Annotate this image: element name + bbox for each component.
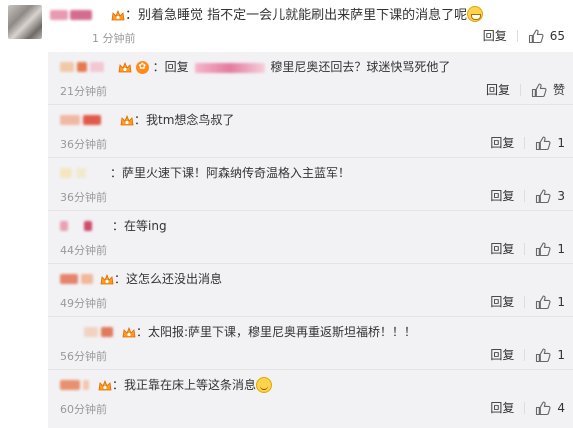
avatar[interactable] xyxy=(8,5,42,39)
reply-time: 21分钟前 xyxy=(60,85,107,98)
reply-item: ：萨里火速下课！阿森纳传奇温格入主蓝军！ 36分钟前 回复 3 xyxy=(48,158,573,211)
like-count: 1 xyxy=(557,135,565,150)
comment-actions: 回复 65 xyxy=(483,27,565,44)
username-masked[interactable] xyxy=(60,112,101,126)
reply-time: 36分钟前 xyxy=(60,191,107,204)
like-count: 65 xyxy=(549,28,565,43)
like-icon[interactable] xyxy=(535,135,551,151)
reply-time: 49分钟前 xyxy=(60,297,107,310)
reply-item: ：在等ing 44分钟前 回复 1 xyxy=(48,211,573,264)
reply-time: 36分钟前 xyxy=(60,138,107,151)
divider xyxy=(524,242,526,255)
divider xyxy=(524,136,526,149)
grinning-face-icon xyxy=(467,6,484,22)
reply-text: ：太阳报:萨里下课，穆里尼奥再重返斯坦福桥！！！ xyxy=(122,323,416,340)
like-count: 4 xyxy=(557,400,565,415)
reply-text: ：在等ing xyxy=(112,219,167,233)
reply-button[interactable]: 回复 xyxy=(490,240,514,257)
crown-badge-icon xyxy=(98,380,112,392)
like-icon[interactable] xyxy=(535,294,551,310)
reply-text: ✿ ：回复 穆里尼奥还回去？球迷快骂死他了 xyxy=(118,58,450,75)
replies-panel: ✿ ：回复 穆里尼奥还回去？球迷快骂死他了 21分钟前 回复 赞 ：我tm想念鸟叔… xyxy=(48,52,573,428)
reply-actions: 回复 1 xyxy=(490,240,565,257)
reply-button[interactable]: 回复 xyxy=(486,81,510,98)
username-masked[interactable] xyxy=(60,218,92,232)
reply-item: ：我正靠在床上等这条消息 60分钟前 回复 4 xyxy=(48,370,573,423)
reply-actions: 回复 4 xyxy=(490,399,565,416)
like-icon[interactable] xyxy=(535,241,551,257)
like-label[interactable]: 赞 xyxy=(553,81,565,98)
username-masked[interactable] xyxy=(60,377,89,391)
reply-text: ：我正靠在床上等这条消息 xyxy=(98,376,273,393)
like-icon[interactable] xyxy=(535,347,551,363)
reply-item: ：这怎么还没出消息 49分钟前 回复 1 xyxy=(48,264,573,317)
reply-text: ：萨里火速下课！阿森纳传奇温格入主蓝军！ xyxy=(110,166,351,180)
reply-time: 56分钟前 xyxy=(60,350,107,363)
reply-button[interactable]: 回复 xyxy=(490,346,514,363)
like-icon[interactable] xyxy=(535,188,551,204)
reply-actions: 回复 3 xyxy=(490,187,565,204)
username-masked[interactable] xyxy=(60,271,93,285)
crown-badge-icon xyxy=(118,62,132,74)
reply-actions: 回复 赞 xyxy=(486,81,565,98)
reply-text: ：我tm想念鸟叔了 xyxy=(120,111,234,128)
top-comment: ：别着急睡觉 指不定一会儿就能刷出来萨里下课的消息了呢 1 分钟前 回复 65 xyxy=(0,0,573,50)
crown-badge-icon xyxy=(120,115,134,127)
reply-button[interactable]: 回复 xyxy=(483,27,507,44)
reply-actions: 回复 1 xyxy=(490,346,565,363)
reply-button[interactable]: 回复 xyxy=(490,187,514,204)
like-count: 1 xyxy=(557,347,565,362)
username-masked[interactable] xyxy=(84,324,113,338)
badge-icon: ✿ xyxy=(135,61,149,74)
divider xyxy=(524,401,526,414)
comment-text: ：别着急睡觉 指不定一会儿就能刷出来萨里下课的消息了呢 xyxy=(111,4,484,23)
reply-actions: 回复 1 xyxy=(490,293,565,310)
divider xyxy=(516,29,518,42)
crown-badge-icon xyxy=(100,274,114,286)
reply-button[interactable]: 回复 xyxy=(490,293,514,310)
crown-badge-icon xyxy=(122,327,136,339)
reply-item: ：我tm想念鸟叔了 36分钟前 回复 1 xyxy=(48,105,573,158)
like-icon[interactable] xyxy=(535,400,551,416)
like-count: 1 xyxy=(557,241,565,256)
like-icon[interactable] xyxy=(528,28,544,44)
reply-time: 44分钟前 xyxy=(60,244,107,257)
divider xyxy=(524,348,526,361)
like-icon[interactable] xyxy=(531,82,547,98)
divider xyxy=(519,83,521,96)
username-masked[interactable] xyxy=(50,7,92,21)
reply-text: ：这怎么还没出消息 xyxy=(100,270,222,287)
smiling-face-icon xyxy=(256,377,273,393)
username-masked[interactable] xyxy=(60,165,86,179)
crown-badge-icon xyxy=(111,10,125,22)
reply-time: 60分钟前 xyxy=(60,403,107,416)
reply-item: ✿ ：回复 穆里尼奥还回去？球迷快骂死他了 21分钟前 回复 赞 xyxy=(48,52,573,105)
reply-item: ：太阳报:萨里下课，穆里尼奥再重返斯坦福桥！！！ 56分钟前 回复 1 xyxy=(48,317,573,370)
divider xyxy=(524,189,526,202)
comment-time: 1 分钟前 xyxy=(92,32,136,45)
like-count: 3 xyxy=(557,188,565,203)
divider xyxy=(524,295,526,308)
reply-actions: 回复 1 xyxy=(490,134,565,151)
reply-button[interactable]: 回复 xyxy=(490,399,514,416)
like-count: 1 xyxy=(557,294,565,309)
reply-button[interactable]: 回复 xyxy=(490,134,514,151)
username-masked[interactable] xyxy=(60,59,104,73)
